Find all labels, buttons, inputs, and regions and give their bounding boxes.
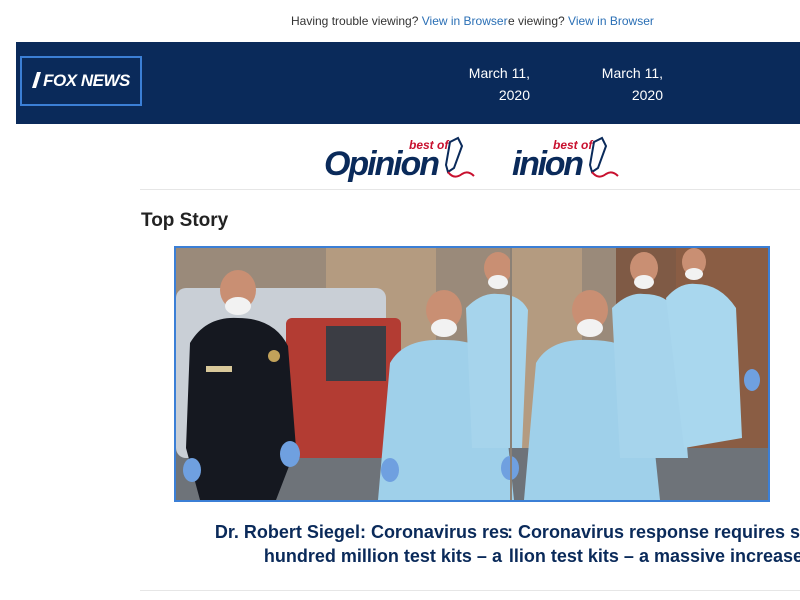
- divider: [140, 189, 800, 190]
- issue-date-clipped: March 11, 2020: [464, 62, 530, 106]
- header-bar: FOX NEWS March 11, 2020 March 11, 2020: [16, 42, 800, 124]
- opinion-logo: best of Opinion: [324, 136, 475, 183]
- svg-text:inion: inion: [512, 145, 584, 183]
- notice-text: Having trouble viewing? View in Browser: [291, 14, 508, 28]
- section-title: Top Story: [141, 210, 229, 231]
- view-in-browser-link[interactable]: View in Browser: [422, 14, 508, 28]
- view-trouble-notice: Having trouble viewing? View in Browser …: [0, 12, 800, 32]
- svg-text:Opinion: Opinion: [324, 145, 440, 183]
- date-line-1-b: March 11,: [601, 65, 663, 81]
- logo-text: FOX NEWS: [43, 71, 130, 90]
- pen-icon: [444, 136, 475, 178]
- best-of-opinion-banner: best of Opinion: [322, 134, 510, 184]
- fox-news-logo[interactable]: FOX NEWS: [20, 56, 142, 106]
- logo-wordmark: FOX NEWS: [32, 71, 130, 91]
- top-story-image[interactable]: [174, 246, 770, 502]
- view-in-browser-link-duplicate[interactable]: View in Browser: [568, 14, 654, 28]
- top-story-headline[interactable]: Dr. Robert Siegel: Coronavirus response …: [120, 520, 508, 568]
- headline-line-1-b: Dr. Robert Siegel: Coronavirus response …: [508, 522, 800, 542]
- email-page: Having trouble viewing? View in Browser …: [0, 0, 800, 600]
- opinion-logo-fragment: best of inion: [512, 136, 619, 183]
- notice-label-fragment: e viewing?: [508, 14, 565, 28]
- photo-icon: [176, 248, 768, 500]
- date-line-1: March 11,: [468, 65, 530, 81]
- headline-line-2: hundred million test kits – a massive in…: [263, 546, 508, 566]
- divider-bottom: [140, 590, 800, 591]
- best-of-opinion-banner-duplicate: best of inion: [510, 134, 630, 184]
- top-story-headline-duplicate[interactable]: Dr. Robert Siegel: Coronavirus response …: [508, 520, 800, 568]
- headline-line-2-b: hundred million test kits – a massive in…: [508, 546, 800, 566]
- date-line-2-b: 2020: [631, 87, 663, 103]
- issue-date: March 11, 2020: [595, 62, 663, 106]
- pen-icon-duplicate: [588, 136, 619, 178]
- notice-label: Having trouble viewing?: [291, 14, 419, 28]
- logo-slash-icon: [32, 72, 42, 88]
- date-line-2: 2020: [498, 87, 530, 103]
- notice-text-duplicate: e viewing? View in Browser: [508, 14, 654, 28]
- headline-line-1: Dr. Robert Siegel: Coronavirus response …: [214, 522, 508, 542]
